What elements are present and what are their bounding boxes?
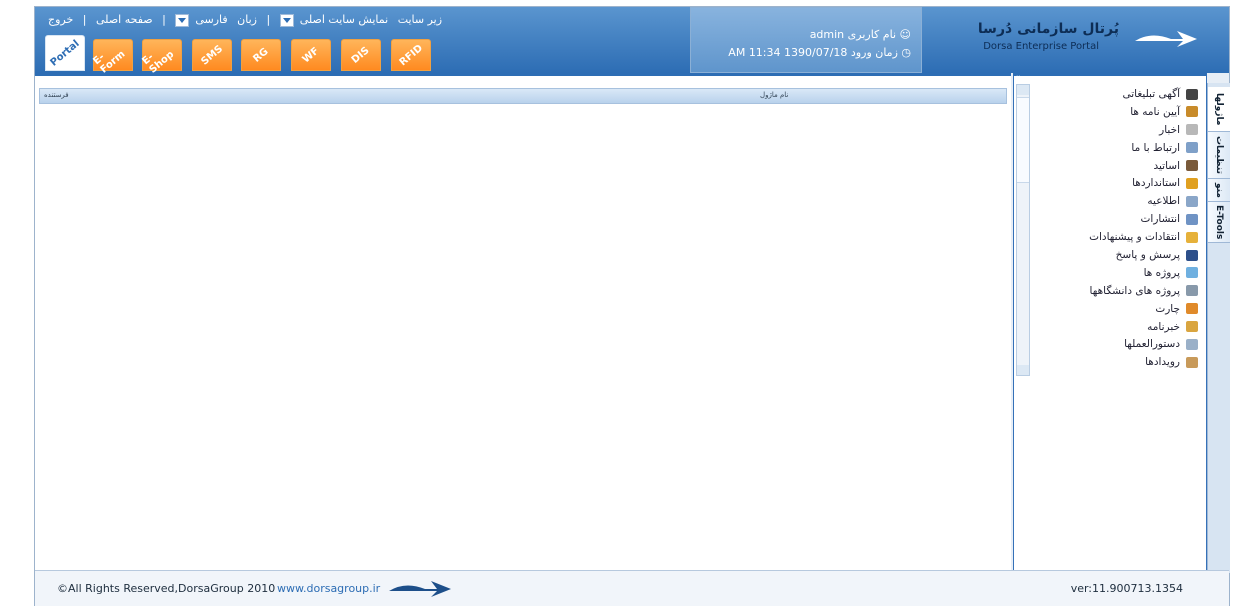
logo-area: پُرتال سازمانی دُرسا Dorsa Enterprise Po… bbox=[949, 7, 1229, 69]
separator: | bbox=[82, 13, 87, 26]
login-time-value: 1390/07/18 11:34 AM bbox=[728, 46, 848, 59]
sidebar-item-notices[interactable]: اطلاعیه bbox=[1028, 193, 1198, 211]
copyright-text: ©All Rights Reserved,DorsaGroup 2010 bbox=[57, 582, 276, 595]
website-link[interactable]: www.dorsagroup.ir bbox=[277, 582, 380, 595]
sidebar-item-contact[interactable]: ارتباط با ما bbox=[1028, 140, 1198, 158]
sidebar-item-ads[interactable]: آگهی تبلیغاتی bbox=[1028, 86, 1198, 104]
events-icon bbox=[1186, 356, 1198, 368]
footer: ©All Rights Reserved,DorsaGroup 2010 www… bbox=[35, 570, 1229, 606]
sidebar-item-publications[interactable]: انتشارات bbox=[1028, 211, 1198, 229]
tab-eshop[interactable]: E-Shop bbox=[140, 39, 182, 76]
portal-frame: زیر سایت نمایش سایت اصلی | زبان فارسی | … bbox=[34, 6, 1230, 606]
language-label: زبان bbox=[237, 13, 257, 26]
sidebar-item-instructions[interactable]: دستورالعملها bbox=[1028, 336, 1198, 354]
user-name-line: ☺ نام کاربری admin bbox=[809, 28, 911, 41]
sidebar-item-events[interactable]: رویدادها bbox=[1028, 354, 1198, 372]
module-sidebar: » آگهی تبلیغاتی آیین نامه ها اخبار ارتبا… bbox=[1013, 73, 1207, 574]
subsite-label: زیر سایت bbox=[397, 13, 443, 26]
chevron-down-icon[interactable] bbox=[279, 13, 294, 27]
university-project-icon bbox=[1186, 285, 1198, 297]
separator: | bbox=[266, 13, 271, 26]
vtab-etools[interactable]: E-Tools bbox=[1208, 202, 1230, 243]
column-header-module[interactable]: نام ماژول bbox=[760, 91, 788, 99]
grid-header: فرستنده نام ماژول bbox=[39, 88, 1007, 104]
publication-icon bbox=[1186, 213, 1198, 225]
tab-portal[interactable]: Portal bbox=[45, 35, 85, 71]
user-info-box: ☺ نام کاربری admin ◷ زمان ورود 1390/07/1… bbox=[690, 7, 922, 73]
header: زیر سایت نمایش سایت اصلی | زبان فارسی | … bbox=[35, 7, 1229, 76]
vtab-settings[interactable]: تنظیمات bbox=[1208, 132, 1230, 179]
separator: | bbox=[162, 13, 166, 26]
teacher-icon bbox=[1186, 160, 1198, 172]
tab-dis[interactable]: DIS bbox=[341, 39, 381, 71]
language-select[interactable]: فارسی bbox=[195, 13, 227, 26]
login-time-line: ◷ زمان ورود 1390/07/18 11:34 AM bbox=[728, 46, 911, 59]
vtab-modules[interactable]: ماژولها bbox=[1208, 87, 1230, 132]
newsletter-icon bbox=[1186, 321, 1198, 333]
sidebar-item-newsletter[interactable]: خبرنامه bbox=[1028, 319, 1198, 337]
dorsa-logo-icon bbox=[1135, 31, 1197, 47]
chevron-down-icon[interactable] bbox=[175, 13, 190, 27]
collapse-icon[interactable]: » bbox=[1016, 73, 1022, 83]
feedback-icon bbox=[1186, 231, 1198, 243]
tab-rfid[interactable]: RFID bbox=[391, 39, 431, 71]
user-name-value: admin bbox=[809, 28, 845, 41]
top-navigation: زیر سایت نمایش سایت اصلی | زبان فارسی | … bbox=[45, 13, 505, 27]
version-text: ver:11.900713.1354 bbox=[1070, 582, 1183, 595]
mail-icon bbox=[1186, 142, 1198, 154]
view-main-site-link[interactable]: نمایش سایت اصلی bbox=[300, 13, 389, 26]
sidebar-item-standards[interactable]: استانداردها bbox=[1028, 175, 1198, 193]
tab-eform[interactable]: E-Form bbox=[91, 39, 133, 76]
clock-icon: ◷ bbox=[901, 46, 911, 59]
column-header-sender[interactable]: فرستنده bbox=[44, 91, 69, 99]
tab-sms[interactable]: SMS bbox=[192, 39, 232, 71]
monitor-icon bbox=[1186, 88, 1198, 100]
sidebar-item-faq[interactable]: پرسش و پاسخ bbox=[1028, 247, 1198, 265]
sidebar-item-regulations[interactable]: آیین نامه ها bbox=[1028, 104, 1198, 122]
main-content: فرستنده نام ماژول bbox=[35, 73, 1011, 573]
module-menu: آگهی تبلیغاتی آیین نامه ها اخبار ارتباط … bbox=[1028, 86, 1198, 372]
vertical-tabs: ماژولها تنظیمات منو E-Tools bbox=[1207, 83, 1230, 573]
tab-rg[interactable]: RG bbox=[241, 39, 281, 71]
logout-link[interactable]: خروج bbox=[48, 13, 73, 26]
sidebar-item-feedback[interactable]: انتقادات و پیشنهادات bbox=[1028, 229, 1198, 247]
portal-logo-title: پُرتال سازمانی دُرسا bbox=[977, 21, 1119, 37]
sidebar-item-projects[interactable]: پروژه ها bbox=[1028, 265, 1198, 283]
instructions-icon bbox=[1186, 338, 1198, 350]
badge-icon bbox=[1186, 177, 1198, 189]
portal-logo-subtitle: Dorsa Enterprise Portal bbox=[983, 41, 1099, 52]
user-icon: ☺ bbox=[899, 28, 911, 41]
book-icon bbox=[1186, 106, 1198, 118]
question-icon bbox=[1186, 249, 1198, 261]
chart-icon bbox=[1186, 303, 1198, 315]
project-icon bbox=[1186, 267, 1198, 279]
sidebar-item-news[interactable]: اخبار bbox=[1028, 122, 1198, 140]
sidebar-item-university-projects[interactable]: پروژه های دانشگاهها bbox=[1028, 283, 1198, 301]
tab-wf[interactable]: WF bbox=[291, 39, 331, 71]
newspaper-icon bbox=[1186, 124, 1198, 136]
notice-icon bbox=[1186, 195, 1198, 207]
dorsa-logo-icon bbox=[389, 581, 451, 597]
sidebar-item-chart[interactable]: چارت bbox=[1028, 301, 1198, 319]
home-link[interactable]: صفحه اصلی bbox=[96, 13, 153, 26]
sidebar-item-professors[interactable]: اساتید bbox=[1028, 158, 1198, 176]
vtab-menu[interactable]: منو bbox=[1208, 179, 1230, 202]
